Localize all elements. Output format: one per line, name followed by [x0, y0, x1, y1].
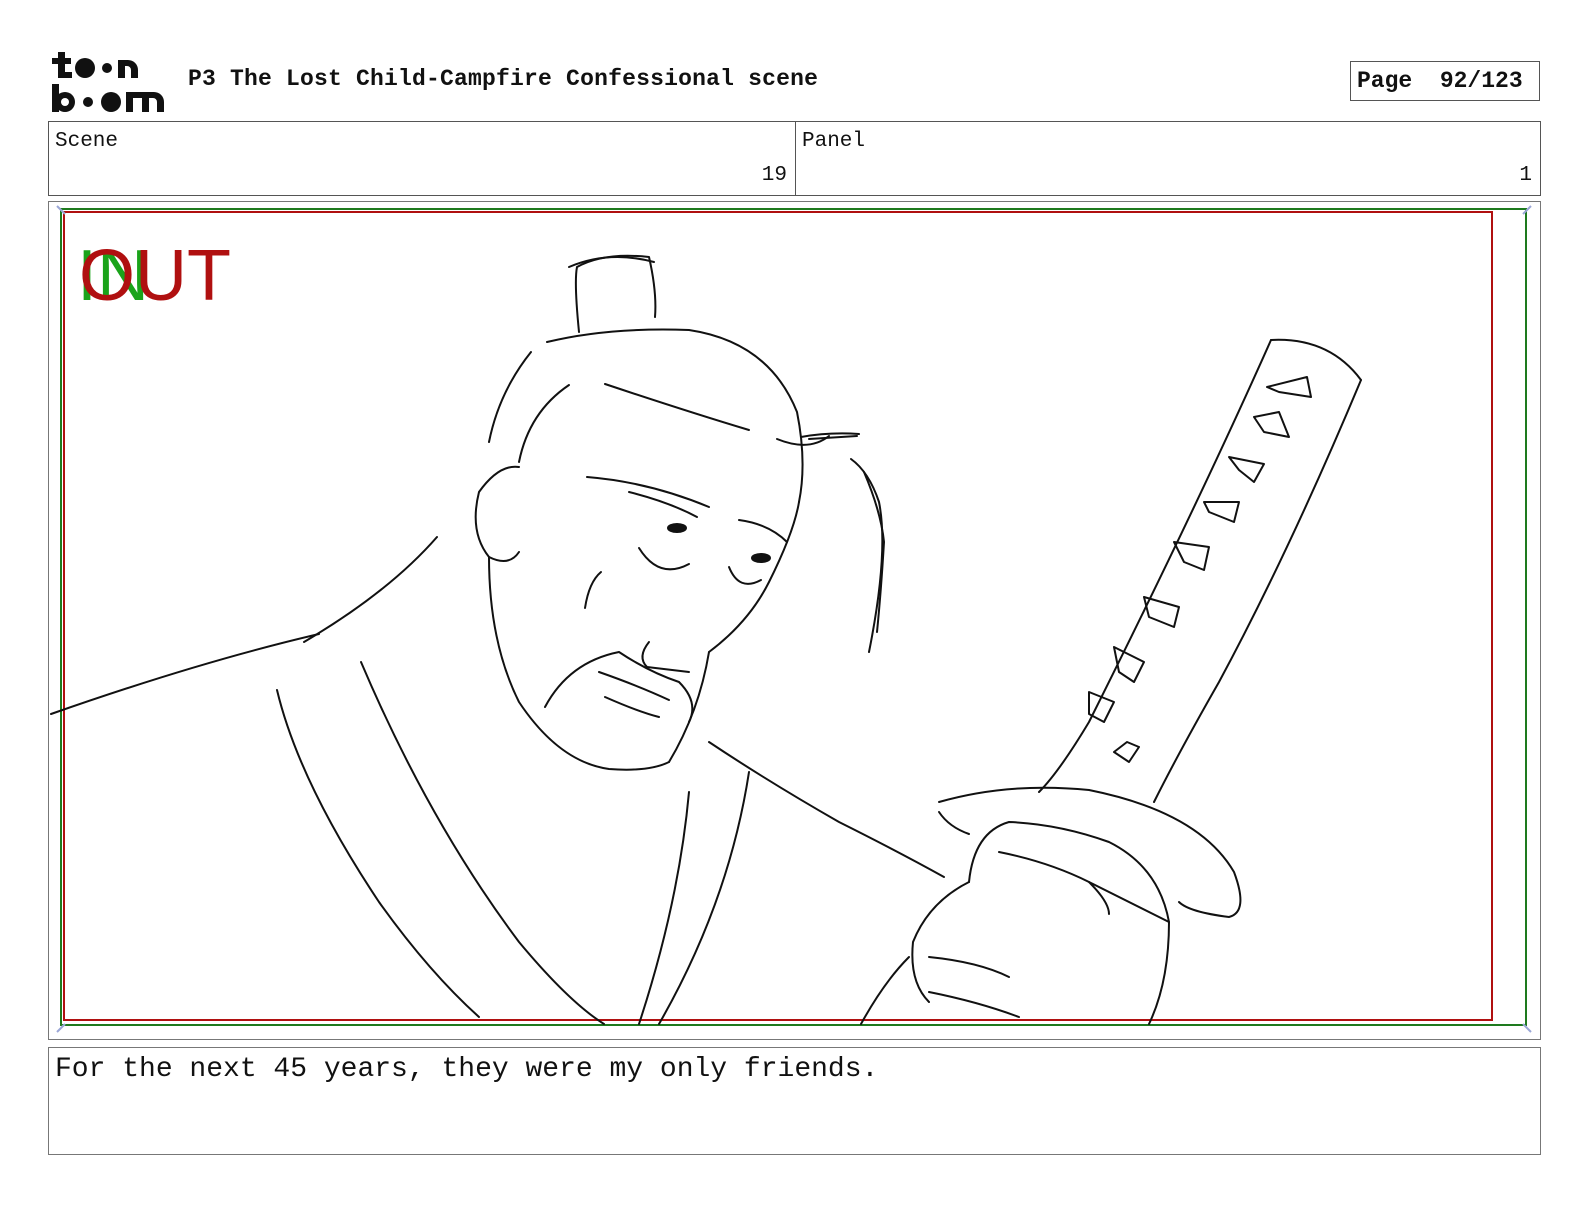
- storyboard-panel: IN OUT: [48, 201, 1541, 1040]
- scene-cell: Scene 19: [49, 122, 796, 195]
- scene-panel-row: Scene 19 Panel 1: [48, 121, 1541, 196]
- panel-label: Panel: [802, 130, 866, 153]
- toonboom-logo-icon: [52, 52, 164, 112]
- scene-label: Scene: [55, 130, 119, 153]
- samurai-sketch: IN OUT: [50, 205, 1532, 1033]
- page-label: Page: [1357, 68, 1413, 94]
- panel-number: 1: [1519, 164, 1532, 187]
- document-title: P3 The Lost Child-Campfire Confessional …: [188, 66, 819, 92]
- scene-number: 19: [761, 164, 787, 187]
- page-number: 92/123: [1439, 68, 1523, 94]
- out-marker: OUT: [79, 236, 231, 316]
- page-indicator: Page 92/123: [1350, 61, 1540, 101]
- panel-cell: Panel 1: [796, 122, 1540, 195]
- dialogue-text: For the next 45 years, they were my only…: [55, 1054, 879, 1085]
- dialogue-box: For the next 45 years, they were my only…: [48, 1047, 1541, 1155]
